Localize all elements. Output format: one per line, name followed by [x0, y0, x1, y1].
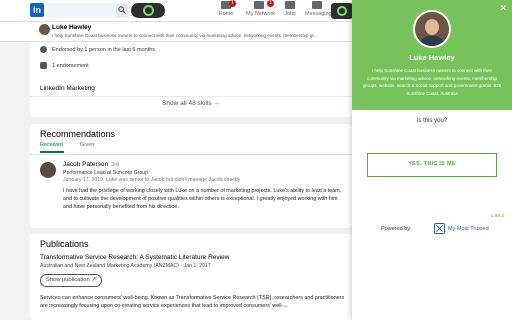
search-button[interactable] — [116, 4, 128, 17]
nav-my-network[interactable]: 1 My Network — [246, 0, 275, 21]
publications-card: Publications Transformative Service Rese… — [30, 234, 352, 320]
tab-received[interactable]: Received — [40, 140, 64, 153]
people-icon — [40, 62, 47, 69]
network-icon — [254, 1, 264, 9]
panel-bio: I help Sunshine Coast business owners to… — [362, 68, 502, 96]
version-label: 1.69.2 — [490, 214, 504, 219]
identity-question: Is this you? — [416, 118, 448, 124]
section-title: Publications — [40, 239, 89, 249]
recommendation-date: January 17, 2019, Luke was senior to Jac… — [63, 177, 241, 183]
show-publication-button[interactable]: Show publication ↗ — [40, 274, 102, 287]
powered-by-label: Powered by — [381, 226, 411, 232]
panel-name: Luke Hawley — [409, 53, 455, 62]
recommender-name[interactable]: Jacob Paterson 3rd — [63, 161, 119, 168]
profile-sticky-bar: Luke Hawley I help Sunshine Coast busine… — [0, 22, 352, 42]
divider — [30, 96, 352, 97]
brand-link[interactable]: My Most Trusted — [448, 226, 489, 232]
endorser-avatar-icon — [40, 46, 47, 53]
recommender-title: Performance Lead at Suncorp Group — [63, 170, 149, 176]
avatar — [413, 10, 451, 48]
extension-badge-icon[interactable] — [331, 3, 353, 19]
endorsement-count-row[interactable]: 1 endorsement — [40, 62, 89, 69]
section-title: Recommendations — [40, 129, 116, 139]
search-icon — [118, 6, 126, 14]
publication-meta: Australian and New Zealand Marketing Aca… — [40, 263, 211, 269]
confirm-identity-button[interactable]: YES, THIS IS ME — [367, 153, 497, 177]
messaging-icon — [312, 1, 322, 9]
avatar[interactable] — [39, 24, 50, 35]
notification-badge: 1 — [267, 0, 274, 7]
close-icon[interactable]: ✕ — [499, 3, 507, 14]
avatar[interactable] — [40, 162, 56, 178]
profile-headline: I help Sunshine Coast business owners to… — [52, 33, 318, 38]
panel-header: ✕ Luke Hawley I help Sunshine Coast busi… — [352, 0, 512, 110]
recommendations-card: Recommendations Received Given Jacob Pat… — [30, 124, 352, 228]
nav-home[interactable]: 1 Home — [218, 0, 236, 21]
notification-badge: 1 — [229, 0, 236, 7]
tab-given[interactable]: Given — [80, 140, 100, 153]
extension-toggle-icon[interactable] — [131, 3, 165, 18]
top-nav: in 1 Home 1 My Network Jobs Messaging — [0, 0, 353, 22]
nav-messaging[interactable]: Messaging — [305, 1, 332, 21]
profile-name: Luke Hawley — [52, 24, 92, 31]
my-most-trusted-logo-icon[interactable] — [434, 223, 445, 234]
show-all-skills-link[interactable]: Show all 48 skills → — [30, 100, 352, 107]
divider — [30, 154, 352, 155]
briefcase-icon — [285, 1, 295, 9]
recommendation-text: I have had the privilege of working clos… — [63, 188, 342, 210]
connection-degree: 3rd — [111, 162, 120, 168]
publication-title: Transformative Service Research: A Syste… — [40, 254, 230, 261]
identity-panel: ✕ Luke Hawley I help Sunshine Coast busi… — [352, 0, 512, 320]
linkedin-logo-icon[interactable]: in — [30, 3, 44, 17]
skills-card: Endorsed by 1 person in the last 6 month… — [30, 42, 352, 117]
publication-description: Services can enhance consumers' well-bei… — [40, 295, 345, 309]
nav-jobs[interactable]: Jobs — [282, 1, 298, 21]
skill-name[interactable]: LinkedIn Marketing — [40, 85, 95, 92]
endorsed-by-row[interactable]: Endorsed by 1 person in the last 6 month… — [40, 46, 155, 53]
